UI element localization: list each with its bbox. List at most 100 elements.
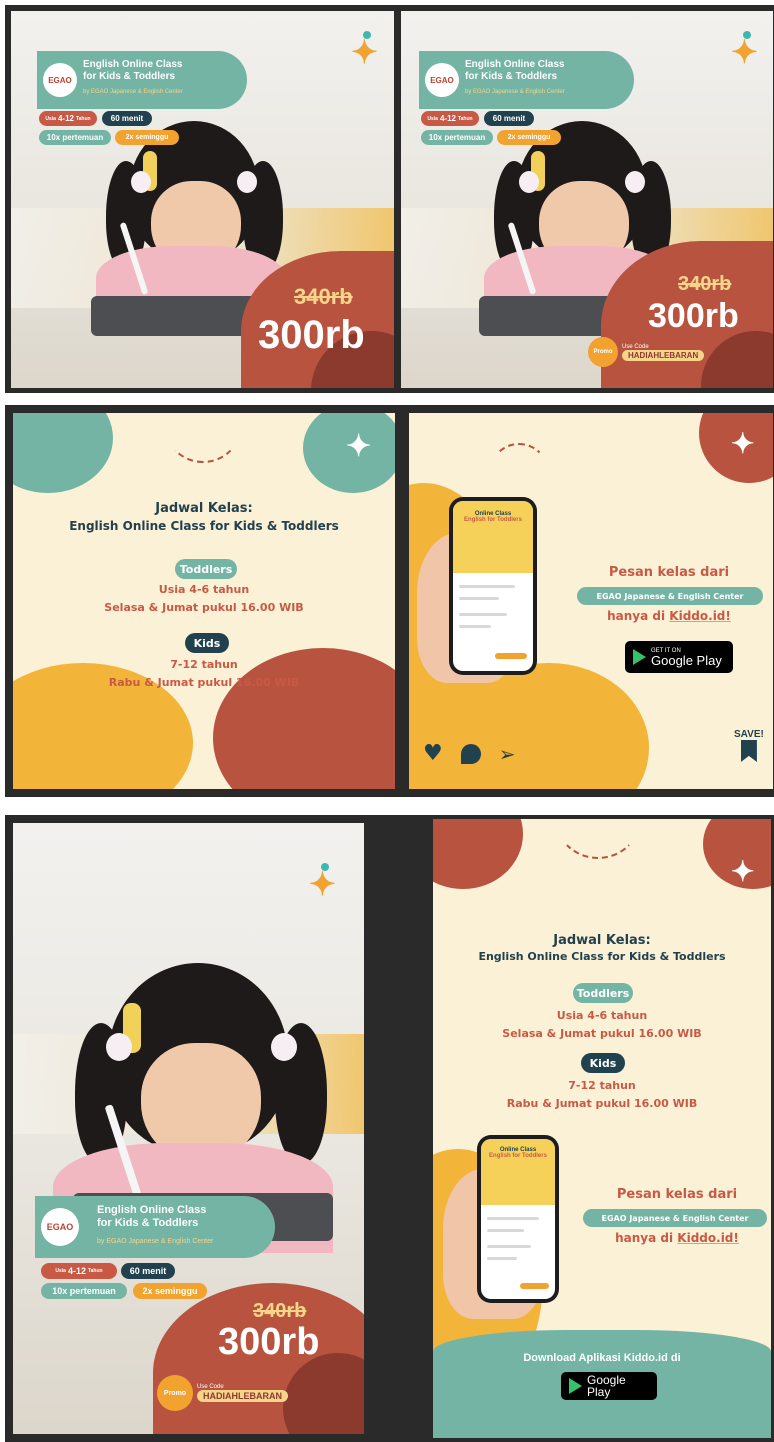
screen-line xyxy=(459,613,508,616)
egao-logo: EGAO xyxy=(43,63,77,97)
bookmark-icon xyxy=(740,740,757,762)
class-subtitle: by EGAO Japanese & English Center xyxy=(83,89,183,95)
screen-line xyxy=(486,1217,539,1220)
red-blob-top-left xyxy=(433,819,523,889)
kiddo-logo-dot xyxy=(321,863,329,871)
hair-tie-left xyxy=(519,171,539,193)
google-play-big: Google Play xyxy=(651,652,722,668)
sessions-pill: 10x pertemuan xyxy=(421,130,493,145)
cta-chip: EGAO Japanese & English Center xyxy=(583,1209,767,1227)
google-play-icon xyxy=(633,649,646,665)
new-price: 300rb xyxy=(648,297,739,335)
phone-screen: Online Class English for Toddlers xyxy=(481,1139,555,1299)
duration-pill: 60 menit xyxy=(121,1263,175,1279)
screen-button xyxy=(494,653,527,659)
schedule-title-line1: Jadwal Kelas: xyxy=(553,933,651,948)
toddlers-time: Selasa & Jumat pukul 16.00 WIB xyxy=(104,601,304,614)
screen-line xyxy=(486,1229,524,1232)
hair-tie-right xyxy=(271,1033,297,1061)
promo-badge: Promo xyxy=(588,337,618,367)
save-block[interactable]: SAVE! xyxy=(734,729,764,762)
send-icon[interactable]: ➢ xyxy=(499,742,516,766)
kiddo-logo-icon: ✦ xyxy=(731,428,755,459)
phone-mockup: Online Class English for Toddlers xyxy=(477,1135,559,1303)
phone-mockup: Online Class English for Toddlers xyxy=(449,497,537,675)
egao-logo: EGAO xyxy=(41,1208,79,1246)
kiddo-logo-icon: ✦ xyxy=(731,34,758,70)
app-cta-card: ✦ Online Class English for Toddlers Pesa… xyxy=(409,413,773,789)
duration-pill: 60 menit xyxy=(102,111,152,126)
download-label: Download Aplikasi Kiddo.id di xyxy=(523,1352,681,1364)
hair-tie-left xyxy=(106,1033,132,1061)
class-banner: EGAO English Online Class for Kids & Tod… xyxy=(419,51,634,109)
class-title-line1: English Online Class xyxy=(83,59,183,70)
promo-card-1: EGAO English Online Class for Kids & Tod… xyxy=(11,11,394,388)
age-pill: Usia 4-12 Tahun xyxy=(39,111,97,126)
kiddo-link[interactable]: Kiddo.id! xyxy=(677,1231,739,1245)
screen-line xyxy=(459,585,516,588)
class-title-line2: for Kids & Toddlers xyxy=(97,1216,199,1229)
social-icons: ♥ ➢ xyxy=(423,741,516,766)
google-play-button[interactable]: Google Play xyxy=(561,1372,657,1400)
screen-subtitle: English for Toddlers xyxy=(464,517,522,523)
kiddo-logo-icon: ✦ xyxy=(309,866,336,902)
row-1-board: EGAO English Online Class for Kids & Tod… xyxy=(5,5,774,393)
promo-code-box: Use Code HADIAHLEBARAN xyxy=(197,1384,288,1402)
kids-chip: Kids xyxy=(185,633,229,653)
kiddo-link[interactable]: Kiddo.id! xyxy=(669,609,731,623)
row-2-board: ✦ Jadwal Kelas: English Online Class for… xyxy=(5,405,774,797)
screen-line xyxy=(486,1257,517,1260)
code-value: HADIAHLEBARAN xyxy=(197,1390,288,1402)
kiddo-logo-icon: ✦ xyxy=(731,856,755,887)
code-label: Use Code xyxy=(622,343,649,350)
google-play-text: Google Play xyxy=(587,1374,649,1398)
cta-line3-prefix: hanya di xyxy=(615,1231,678,1245)
comment-icon[interactable] xyxy=(460,743,481,764)
heart-icon[interactable]: ♥ xyxy=(423,741,443,766)
google-play-big: Google Play xyxy=(587,1373,626,1399)
class-title-line1: English Online Class xyxy=(465,59,565,70)
class-subtitle: by EGAO Japanese & English Center xyxy=(97,1238,214,1245)
toddlers-chip: Toddlers xyxy=(573,983,633,1003)
kiddo-logo-icon: ✦ xyxy=(351,34,378,70)
hair-tie-right xyxy=(237,171,257,193)
new-price: 300rb xyxy=(218,1321,320,1363)
schedule-card: ✦ Jadwal Kelas: English Online Class for… xyxy=(13,413,395,789)
kids-age: 7-12 tahun xyxy=(568,1079,636,1092)
promo-badge: Promo xyxy=(157,1375,193,1411)
kiddo-logo-dot xyxy=(363,31,371,39)
schedule-title-line2: English Online Class for Kids & Toddlers xyxy=(69,519,339,533)
teal-blob-top-left xyxy=(13,413,113,493)
class-subtitle: by EGAO Japanese & English Center xyxy=(465,89,565,95)
kiddo-logo-icon: ✦ xyxy=(346,430,372,463)
row-3-board: ✦ EGAO English Online Class for Kids & T… xyxy=(5,815,774,1442)
sessions-pill: 10x pertemuan xyxy=(41,1283,127,1299)
cta-line3: hanya di Kiddo.id! xyxy=(579,609,759,623)
screen-header: Online Class English for Toddlers xyxy=(453,501,533,573)
promo-code-box: Use Code HADIAHLEBARAN xyxy=(622,343,705,361)
class-title-line2: for Kids & Toddlers xyxy=(83,70,176,82)
cta-line3: hanya di Kiddo.id! xyxy=(583,1231,771,1245)
schedule-title-line1: Jadwal Kelas: xyxy=(155,501,253,516)
kids-time: Rabu & Jumat pukul 16.00 WIB xyxy=(108,676,300,689)
promo-code: Promo Use Code HADIAHLEBARAN xyxy=(157,1375,288,1411)
class-banner: EGAO English Online Class for Kids & Tod… xyxy=(37,51,247,109)
age-pill: Usia 4-12 Tahun xyxy=(41,1263,117,1279)
screen-subtitle: English for Toddlers xyxy=(489,1153,547,1159)
kids-age: 7-12 tahun xyxy=(170,658,238,671)
dashed-arc-top xyxy=(163,413,243,463)
google-play-button[interactable]: GET IT ON Google Play xyxy=(625,641,733,673)
hair-tie-left xyxy=(131,171,151,193)
phone-screen: Online Class English for Toddlers xyxy=(453,501,533,671)
age-pill: Usia 4-12 Tahun xyxy=(421,111,479,126)
cta-line1: Pesan kelas dari xyxy=(608,565,730,580)
google-play-text: GET IT ON Google Play xyxy=(651,648,722,667)
google-play-icon xyxy=(569,1378,582,1394)
schedule-title-line2: English Online Class for Kids & Toddlers xyxy=(478,950,726,963)
kids-chip: Kids xyxy=(581,1053,625,1073)
promo-code: Promo Use Code HADIAHLEBARAN xyxy=(588,337,705,367)
kiddo-logo-dot xyxy=(743,31,751,39)
toddlers-chip: Toddlers xyxy=(175,559,237,579)
class-title-line2: for Kids & Toddlers xyxy=(465,70,558,82)
dashed-arc xyxy=(489,443,549,503)
